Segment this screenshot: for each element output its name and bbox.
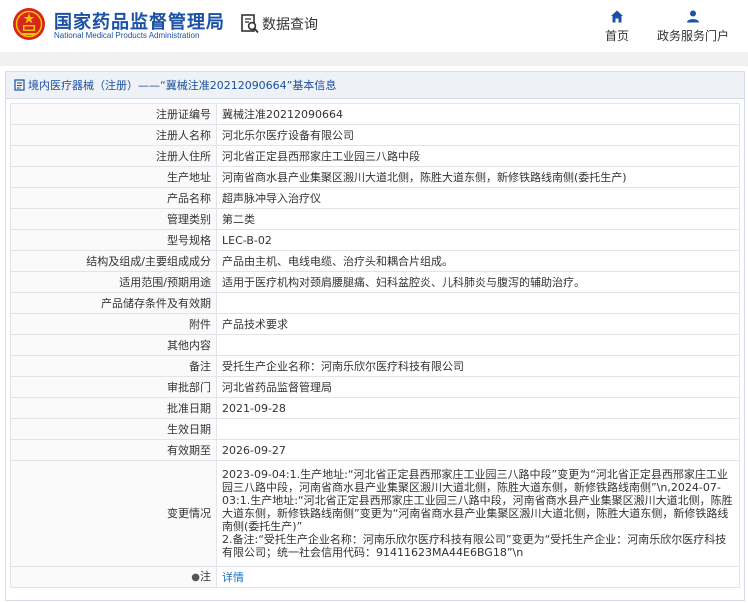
row-value: 受托生产企业名称：河南乐欣尔医疗科技有限公司 xyxy=(216,355,740,377)
device-info-panel: 境内医疗器械（注册）——“冀械注准20212090664”基本信息 注册证编号冀… xyxy=(5,71,745,601)
row-label: 其他内容 xyxy=(10,334,217,356)
table-row: 结构及组成/主要组成成分 产品由主机、电线电缆、治疗头和耦合片组成。 xyxy=(10,250,740,272)
header-divider-band xyxy=(0,52,748,66)
table-row: 管理类别 第二类 xyxy=(10,208,740,230)
table-row: 有效期至 2026-09-27 xyxy=(10,439,740,461)
row-value: 河北省药品监督管理局 xyxy=(216,376,740,398)
row-value: 适用于医疗机构对颈肩腰腿痛、妇科盆腔炎、儿科肺炎与腹泻的辅助治疗。 xyxy=(216,271,740,293)
pin-icon: ● xyxy=(191,572,200,583)
row-value: 产品技术要求 xyxy=(216,313,740,335)
table-row: 生产地址 河南省商水县产业集聚区溵川大道北侧，陈胜大道东侧，新修铁路线南侧(委托生… xyxy=(10,166,740,188)
nav-gov-service-label: 政务服务门户 xyxy=(656,29,729,43)
row-label: 生效日期 xyxy=(10,418,217,440)
row-label: 备注 xyxy=(10,355,217,377)
document-icon xyxy=(14,79,25,91)
row-value: 河北乐尔医疗设备有限公司 xyxy=(216,124,740,146)
row-label: 生产地址 xyxy=(10,166,217,188)
row-value: 2026-09-27 xyxy=(216,439,740,461)
site-header: 国家药品监督管理局 National Medical Products Admi… xyxy=(0,0,748,52)
row-value: 河南省商水县产业集聚区溵川大道北侧，陈胜大道东侧，新修铁路线南侧(委托生产) xyxy=(216,166,740,188)
table-row: 附件 产品技术要求 xyxy=(10,313,740,335)
site-name-en[interactable]: National Medical Products Administration xyxy=(54,31,199,40)
device-info-table: 注册证编号 冀械注准20212090664 注册人名称 河北乐尔医疗设备有限公司 注… xyxy=(10,103,740,588)
user-icon xyxy=(687,10,699,23)
row-label: 附件 xyxy=(10,313,217,335)
note-value-cell: 详情 xyxy=(216,566,740,588)
nav-gov-service[interactable]: 政务服务门户 xyxy=(654,9,732,44)
table-row: 注册人住所 河北省正定县西邢家庄工业园三八路中段 xyxy=(10,145,740,167)
row-value xyxy=(216,334,740,356)
magnifier-document-icon xyxy=(241,14,259,34)
row-value: 河北省正定县西邢家庄工业园三八路中段 xyxy=(216,145,740,167)
row-label: 注册人住所 xyxy=(10,145,217,167)
nav-home-label: 首页 xyxy=(604,29,629,43)
table-row: 型号规格 LEC-B-02 xyxy=(10,229,740,251)
table-row: 适用范围/预期用途 适用于医疗机构对颈肩腰腿痛、妇科盆腔炎、儿科肺炎与腹泻的辅助治… xyxy=(10,271,740,293)
table-row: 产品储存条件及有效期 xyxy=(10,292,740,314)
row-label: 产品储存条件及有效期 xyxy=(10,292,217,314)
table-row: 其他内容 xyxy=(10,334,740,356)
table-row: 备注 受托生产企业名称：河南乐欣尔医疗科技有限公司 xyxy=(10,355,740,377)
row-value: 产品由主机、电线电缆、治疗头和耦合片组成。 xyxy=(216,250,740,272)
panel-header: 境内医疗器械（注册）——“冀械注准20212090664”基本信息 xyxy=(6,72,744,99)
panel-title: 境内医疗器械（注册）——“冀械注准20212090664”基本信息 xyxy=(28,79,337,92)
home-icon xyxy=(611,10,623,23)
table-row: 注册证编号 冀械注准20212090664 xyxy=(10,103,740,125)
national-emblem-icon[interactable] xyxy=(12,6,46,42)
change-history-value: 2023-09-04:1.生产地址:“河北省正定县西邢家庄工业园三八路中段”变更… xyxy=(216,460,740,567)
change-history-row: 变更情况 2023-09-04:1.生产地址:“河北省正定县西邢家庄工业园三八路… xyxy=(10,460,740,567)
change-history-item-1: 2023-09-04:1.生产地址:“河北省正定县西邢家庄工业园三八路中段”变更… xyxy=(222,468,733,533)
row-label: 注册证编号 xyxy=(10,103,217,125)
row-label: 有效期至 xyxy=(10,439,217,461)
table-row: 生效日期 xyxy=(10,418,740,440)
row-label: 管理类别 xyxy=(10,208,217,230)
table-row: 批准日期 2021-09-28 xyxy=(10,397,740,419)
row-label: 注册人名称 xyxy=(10,124,217,146)
row-value: LEC-B-02 xyxy=(216,229,740,251)
table-row: 审批部门 河北省药品监督管理局 xyxy=(10,376,740,398)
row-value: 超声脉冲导入治疗仪 xyxy=(216,187,740,209)
table-row: 注册人名称 河北乐尔医疗设备有限公司 xyxy=(10,124,740,146)
table-row: 产品名称 超声脉冲导入治疗仪 xyxy=(10,187,740,209)
row-value xyxy=(216,418,740,440)
row-value: 2021-09-28 xyxy=(216,397,740,419)
row-label: 产品名称 xyxy=(10,187,217,209)
row-value: 第二类 xyxy=(216,208,740,230)
row-value xyxy=(216,292,740,314)
data-query-link[interactable]: 数据查询 xyxy=(241,13,318,35)
row-label: 审批部门 xyxy=(10,376,217,398)
row-value: 冀械注准20212090664 xyxy=(216,103,740,125)
data-query-label: 数据查询 xyxy=(262,17,318,33)
details-link[interactable]: 详情 xyxy=(222,571,244,584)
note-row: ●注 详情 xyxy=(10,566,740,588)
row-label: 适用范围/预期用途 xyxy=(10,271,217,293)
note-label-cell: ●注 xyxy=(10,566,217,588)
row-label: 批准日期 xyxy=(10,397,217,419)
note-label: 注 xyxy=(200,570,211,583)
change-history-label: 变更情况 xyxy=(10,460,217,567)
row-label: 型号规格 xyxy=(10,229,217,251)
change-history-item-2: 2.备注:“受托生产企业名称：河南乐欣尔医疗科技有限公司”变更为“受托生产企业：… xyxy=(222,533,727,559)
row-label: 结构及组成/主要组成成分 xyxy=(10,250,217,272)
nav-home[interactable]: 首页 xyxy=(600,9,634,44)
